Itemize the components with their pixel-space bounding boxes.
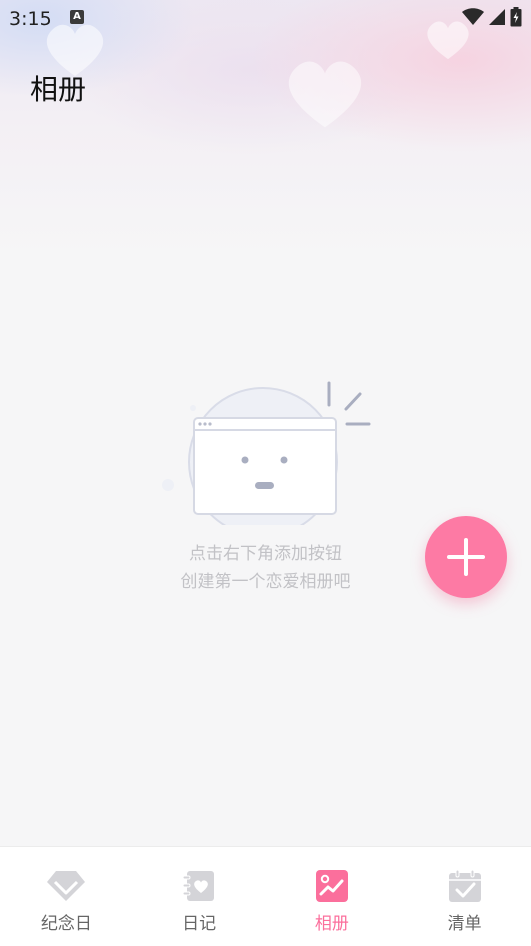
notification-icon: A <box>70 10 84 24</box>
wifi-icon <box>462 8 484 25</box>
page-title: 相册 <box>30 73 87 106</box>
signal-icon <box>489 9 505 25</box>
header-background <box>0 0 531 260</box>
nav-item-album[interactable]: 相册 <box>266 847 399 946</box>
empty-album-illustration <box>162 381 371 525</box>
decorative-heart-icon <box>288 61 362 128</box>
nav-label-anniversary: 纪念日 <box>40 914 92 934</box>
nav-item-checklist[interactable]: 清单 <box>398 847 531 946</box>
plus-icon <box>447 538 485 576</box>
diary-heart-icon <box>182 871 215 901</box>
battery-icon <box>510 7 522 27</box>
nav-label-checklist: 清单 <box>447 914 482 934</box>
nav-label-diary: 日记 <box>182 914 217 934</box>
status-time: 3:15 <box>9 8 52 30</box>
nav-item-anniversary[interactable]: 纪念日 <box>0 847 133 946</box>
calendar-check-icon <box>448 869 481 902</box>
nav-label-album: 相册 <box>314 914 349 934</box>
status-bar: 3:15 A <box>0 0 531 36</box>
bottom-navigation: 纪念日 日记 相册 清单 <box>0 846 531 946</box>
add-album-button[interactable] <box>425 516 507 598</box>
nav-item-diary[interactable]: 日记 <box>133 847 266 946</box>
diamond-icon <box>47 871 86 901</box>
album-icon <box>315 870 348 902</box>
